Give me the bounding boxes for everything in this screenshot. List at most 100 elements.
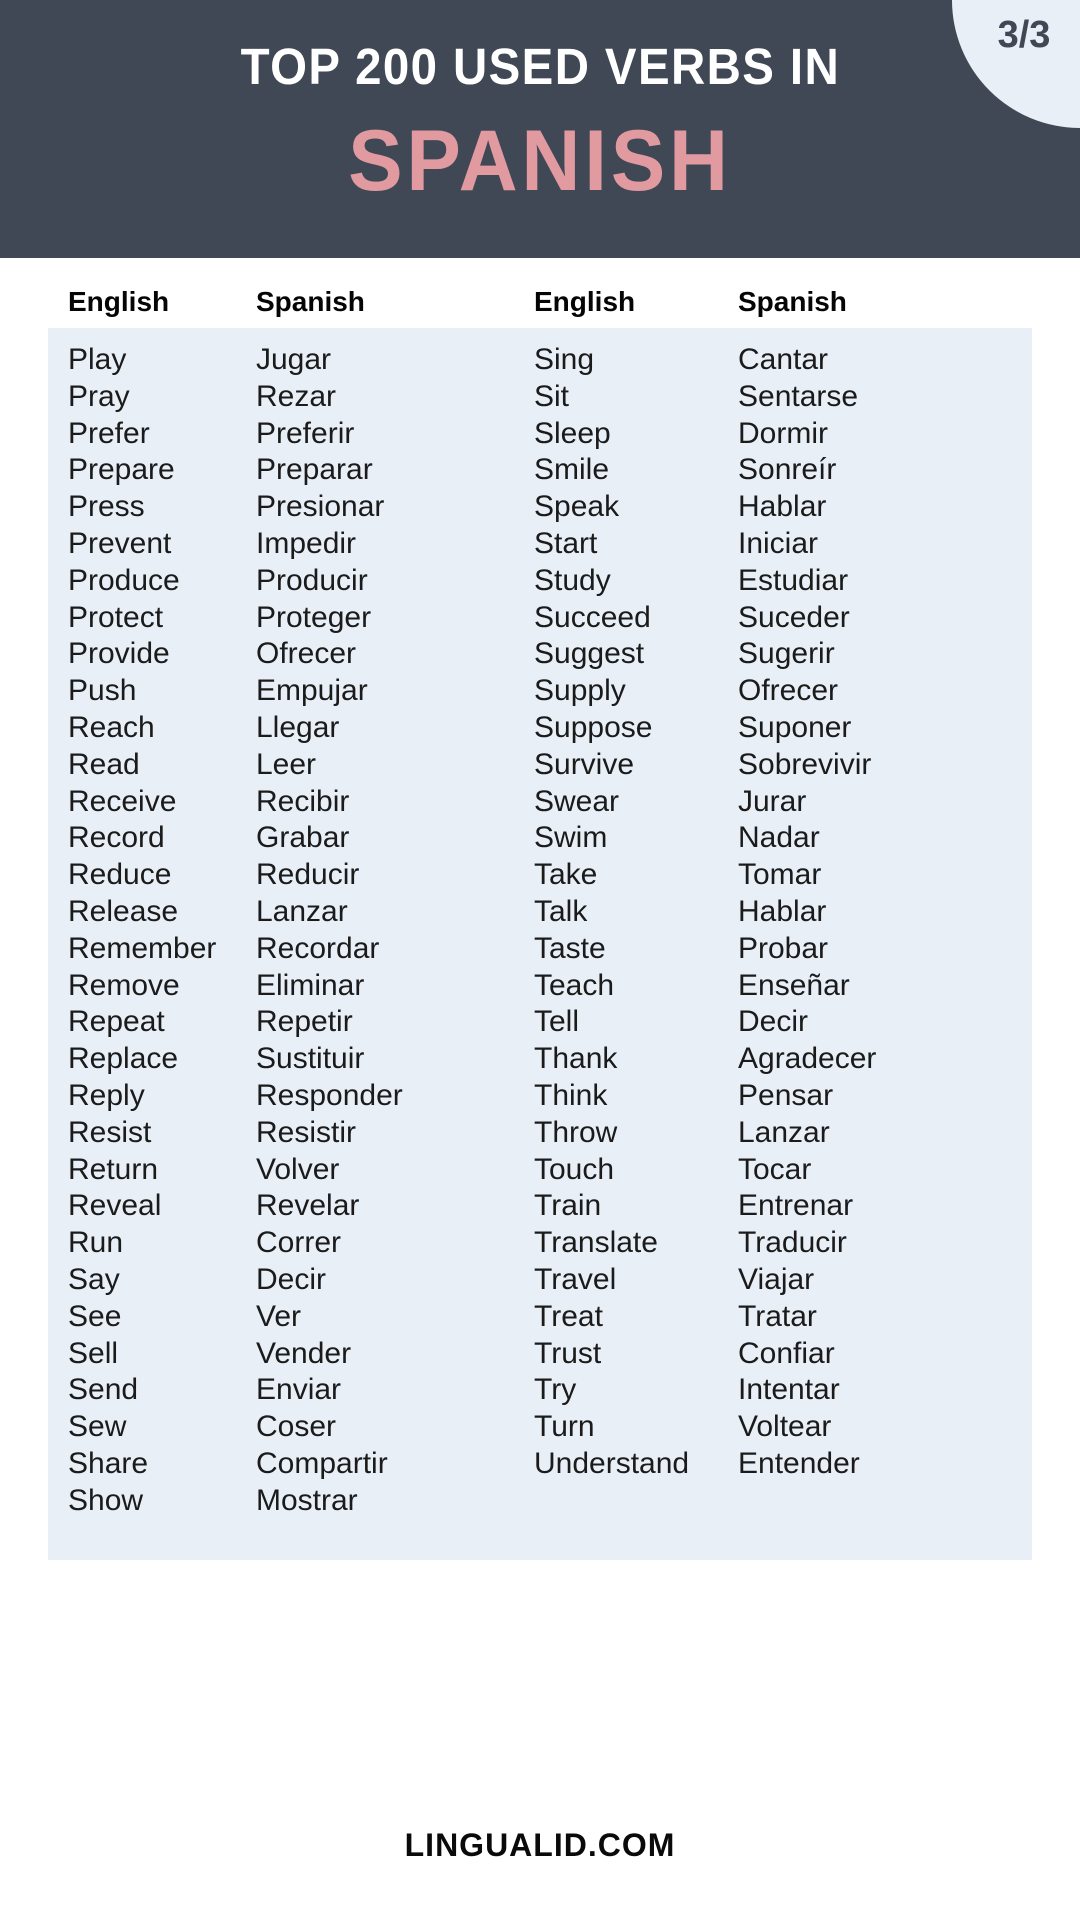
left-english-cell: Return <box>68 1152 159 1186</box>
right-english-cell: Trust <box>534 1336 602 1370</box>
table-body: Play Pray Prefer Prepare Press Prevent Produce… <box>48 328 1032 1560</box>
right-english-cell: Swim <box>534 821 608 855</box>
left-english-cell: Reply <box>68 1078 145 1112</box>
left-spanish-cell: Resistir <box>256 1115 357 1149</box>
left-spanish-cell: Ver <box>256 1299 302 1333</box>
site-name: LINGUALID.COM <box>404 1826 676 1863</box>
right-spanish-cell: Jurar <box>738 784 807 818</box>
column-header-spanish-2: Spanish <box>738 286 847 317</box>
right-english-cell: Touch <box>534 1152 615 1186</box>
right-english-cell: Suggest <box>534 637 645 671</box>
right-spanish-cell: Suponer <box>738 710 852 744</box>
right-spanish-cell: Pensar <box>738 1078 834 1112</box>
column-english-1: Play Pray Prefer Prepare Press Prevent Produce… <box>48 342 256 1520</box>
left-english-cell: Provide <box>68 637 170 671</box>
left-english-cell: Run <box>68 1226 124 1260</box>
right-spanish-cell: Sugerir <box>738 637 835 671</box>
left-spanish-cell: Recibir <box>256 784 350 818</box>
right-english-cell: Study <box>534 563 611 597</box>
right-english-cell: Understand <box>534 1446 690 1480</box>
left-spanish-cell: Lanzar <box>256 894 348 928</box>
left-spanish-cell: Compartir <box>256 1446 388 1480</box>
left-english-cell: Play <box>68 343 127 376</box>
right-spanish-cell: Nadar <box>738 821 820 855</box>
left-spanish-cell: Mostrar <box>256 1483 358 1517</box>
right-spanish-cell: Tocar <box>738 1152 812 1186</box>
right-spanish-cell: Hablar <box>738 894 827 928</box>
right-spanish-cell: Estudiar <box>738 563 849 597</box>
right-english-cell: Survive <box>534 747 635 781</box>
left-english-cell: Show <box>68 1483 144 1517</box>
left-spanish-cell: Jugar <box>256 343 332 376</box>
right-spanish-cell: Entender <box>738 1446 860 1480</box>
left-spanish-cell: Correr <box>256 1226 342 1260</box>
right-english-cell: Throw <box>534 1115 618 1149</box>
left-english-cell: Resist <box>68 1115 152 1149</box>
page-title: TOP 200 USED VERBS IN <box>240 38 840 95</box>
left-spanish-cell: Producir <box>256 563 368 597</box>
column-header-spanish-1: Spanish <box>256 286 365 317</box>
left-english-cell: Press <box>68 490 145 524</box>
right-english-cell: Turn <box>534 1410 595 1444</box>
right-english-cell: Speak <box>534 490 620 524</box>
left-spanish-cell: Responder <box>256 1078 403 1112</box>
left-english-cell: Remember <box>68 931 217 965</box>
left-english-cell: Push <box>68 674 137 708</box>
left-spanish-cell: Reducir <box>256 858 360 892</box>
left-spanish-cell: Revelar <box>256 1189 360 1223</box>
left-english-cell: Receive <box>68 784 177 818</box>
column-english-2: Sing Sit Sleep Smile Speak Start Study Succeed S… <box>534 342 738 1520</box>
right-english-cell: Taste <box>534 931 606 965</box>
column-spanish-2: Cantar Sentarse Dormir Sonreír Hablar Iniciar… <box>738 342 1032 1520</box>
right-spanish-cell: Tratar <box>738 1299 817 1333</box>
poster-header: TOP 200 USED VERBS IN SPANISH 3/3 <box>0 0 1080 258</box>
left-english-cell: Sell <box>68 1336 119 1370</box>
right-spanish-cell: Intentar <box>738 1373 840 1407</box>
left-spanish-cell: Eliminar <box>256 968 365 1002</box>
table-header-row: English Spanish English Spanish <box>48 258 1032 328</box>
right-spanish-cell: Tomar <box>738 858 822 892</box>
left-english-cell: Protect <box>68 600 164 634</box>
left-english-cell: Prepare <box>68 453 175 487</box>
left-spanish-cell: Preparar <box>256 453 373 487</box>
left-english-cell: Record <box>68 821 165 855</box>
left-spanish-cell: Leer <box>256 747 317 781</box>
left-spanish-cell: Grabar <box>256 821 350 855</box>
right-english-cell: Treat <box>534 1299 603 1333</box>
left-english-cell: Replace <box>68 1042 179 1076</box>
left-spanish-cell: Repetir <box>256 1005 353 1039</box>
right-english-cell: Succeed <box>534 600 651 634</box>
left-spanish-cell: Recordar <box>256 931 380 965</box>
column-spanish-1: Jugar Rezar Preferir Preparar Presionar Imped… <box>256 342 534 1520</box>
left-english-cell: Reveal <box>68 1189 162 1223</box>
right-english-cell: Take <box>534 858 598 892</box>
right-english-cell: Swear <box>534 784 620 818</box>
left-english-cell: See <box>68 1299 122 1333</box>
verb-table: English Spanish English Spanish Play Pray… <box>0 258 1080 1770</box>
right-english-cell: Travel <box>534 1262 617 1296</box>
left-spanish-cell: Empujar <box>256 674 368 708</box>
right-spanish-cell: Enseñar <box>738 968 850 1002</box>
right-english-cell: Try <box>534 1373 577 1407</box>
left-english-cell: Produce <box>68 563 180 597</box>
right-spanish-cell: Entrenar <box>738 1189 854 1223</box>
right-english-cell: Suppose <box>534 710 653 744</box>
right-spanish-cell: Decir <box>738 1005 809 1039</box>
left-spanish-cell: Sustituir <box>256 1042 365 1076</box>
left-english-cell: Reach <box>68 710 155 744</box>
right-spanish-cell: Sentarse <box>738 379 859 413</box>
right-spanish-cell: Viajar <box>738 1262 815 1296</box>
verb-list-poster: TOP 200 USED VERBS IN SPANISH 3/3 Englis… <box>0 0 1080 1920</box>
right-spanish-cell: Suceder <box>738 600 850 634</box>
right-english-cell: Sleep <box>534 416 611 450</box>
right-english-cell: Talk <box>534 894 588 928</box>
right-spanish-cell: Probar <box>738 931 829 965</box>
right-english-cell: Start <box>534 526 598 560</box>
right-spanish-cell: Sobrevivir <box>738 747 872 781</box>
left-english-cell: Pray <box>68 379 130 413</box>
left-english-cell: Sew <box>68 1410 127 1444</box>
page-subtitle-language: SPANISH <box>348 112 732 209</box>
right-english-cell: Train <box>534 1189 602 1223</box>
left-english-cell: Read <box>68 747 140 781</box>
right-english-cell: Smile <box>534 453 610 487</box>
